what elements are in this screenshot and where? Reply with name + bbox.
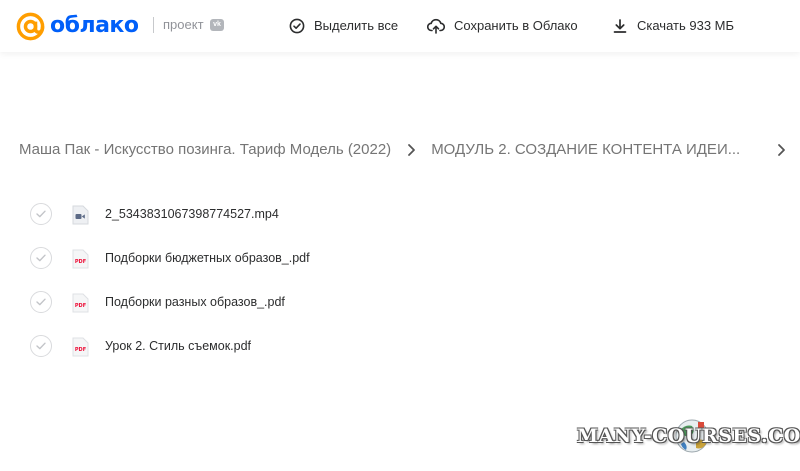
chevron-right-icon — [408, 144, 416, 156]
logo-text: облако — [50, 13, 139, 38]
download-icon — [613, 19, 627, 33]
file-name: Подборки бюджетных образов_.pdf — [105, 251, 310, 265]
save-label: Сохранить в Облако — [454, 18, 578, 33]
file-name: 2_5343831067398774527.mp4 — [105, 207, 279, 221]
file-row[interactable]: 2_5343831067398774527.mp4 — [30, 192, 770, 236]
pdf-file-icon: PDF — [72, 249, 89, 269]
pdf-file-icon: PDF — [72, 293, 89, 313]
video-file-icon — [72, 205, 89, 225]
check-icon — [36, 298, 46, 306]
vk-icon: vk — [210, 19, 224, 31]
select-checkbox[interactable] — [30, 291, 52, 313]
check-icon — [36, 342, 46, 350]
check-icon — [36, 254, 46, 262]
download-label: Скачать 933 МБ — [637, 18, 735, 33]
chevron-right-icon[interactable] — [776, 143, 786, 157]
breadcrumb-item-module[interactable]: МОДУЛЬ 2. СОЗДАНИЕ КОНТЕНТА ИДЕИ... — [431, 138, 740, 162]
select-checkbox[interactable] — [30, 247, 52, 269]
logo-divider — [153, 17, 154, 33]
project-label: проект — [163, 17, 204, 32]
select-checkbox[interactable] — [30, 203, 52, 225]
file-list: 2_5343831067398774527.mp4 PDF Подборки б… — [30, 192, 770, 368]
breadcrumb: Маша Пак - Искусство позинга. Тариф Моде… — [19, 138, 740, 162]
download-button[interactable]: Скачать 933 МБ — [612, 15, 734, 37]
file-row[interactable]: PDF Подборки бюджетных образов_.pdf — [30, 236, 770, 280]
save-to-cloud-button[interactable]: Сохранить в Облако — [427, 15, 578, 37]
cloud-upload-icon — [427, 18, 445, 34]
pdf-file-icon: PDF — [72, 337, 89, 357]
check-icon — [36, 210, 46, 218]
select-all-label: Выделить все — [314, 18, 399, 33]
file-row[interactable]: PDF Урок 2. Стиль съемок.pdf — [30, 324, 770, 368]
top-bar: облако проект vk Выделить все Сохранить … — [0, 0, 800, 52]
select-all-button[interactable]: Выделить все — [289, 15, 398, 37]
file-name: Подборки разных образов_.pdf — [105, 295, 285, 309]
check-circle-icon — [289, 18, 305, 34]
file-row[interactable]: PDF Подборки разных образов_.pdf — [30, 280, 770, 324]
select-checkbox[interactable] — [30, 335, 52, 357]
breadcrumb-item-course[interactable]: Маша Пак - Искусство позинга. Тариф Моде… — [19, 138, 391, 162]
file-name: Урок 2. Стиль съемок.pdf — [105, 339, 252, 353]
watermark-text: MANY-COURSES.COM — [577, 425, 800, 447]
pdf-label: PDF — [75, 259, 86, 265]
cloud-logo[interactable]: облако — [16, 11, 139, 41]
pdf-label: PDF — [75, 303, 86, 309]
at-logo-icon — [16, 12, 45, 40]
pdf-label: PDF — [75, 347, 86, 353]
